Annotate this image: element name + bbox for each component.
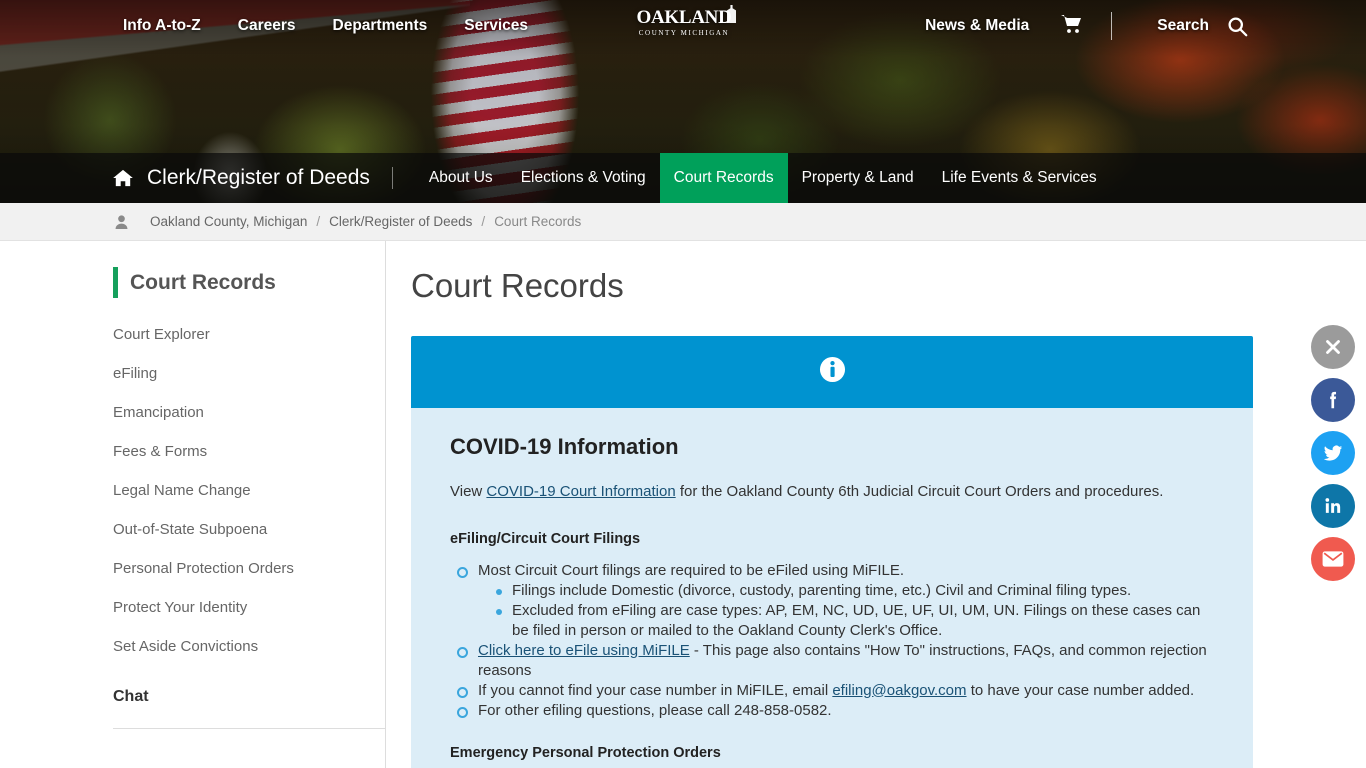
- sidebar-item-court-explorer[interactable]: Court Explorer: [113, 326, 385, 343]
- list-item: If you cannot find your case number in M…: [456, 681, 1214, 701]
- list-item: Filings include Domestic (divorce, custo…: [494, 581, 1214, 601]
- topbar-divider: [1111, 12, 1113, 40]
- user-icon[interactable]: [115, 214, 128, 229]
- department-title-group: Clerk/Register of Deeds: [113, 153, 370, 203]
- social-share-rail: [1311, 325, 1355, 581]
- breadcrumb-separator: /: [481, 214, 486, 229]
- breadcrumb-item-home[interactable]: Oakland County, Michigan: [150, 214, 307, 229]
- twitter-share-button[interactable]: [1311, 431, 1355, 475]
- home-icon[interactable]: [113, 169, 133, 187]
- department-nav: Clerk/Register of Deeds About Us Electio…: [0, 153, 1366, 203]
- sidebar: Court Records Court Explorer eFiling Ema…: [0, 241, 386, 768]
- bullet-other-questions: For other efiling questions, please call…: [478, 701, 832, 719]
- efiling-email-link[interactable]: efiling@oakgov.com: [832, 682, 966, 699]
- logo-sub-text: COUNTY MICHIGAN: [638, 29, 730, 37]
- efile-using-mifile-link[interactable]: Click here to eFile using MiFILE: [478, 642, 690, 659]
- search-icon[interactable]: [1227, 16, 1248, 37]
- sidebar-item-protect-your-identity[interactable]: Protect Your Identity: [113, 599, 385, 616]
- alert-header: [411, 336, 1253, 408]
- tab-about-us[interactable]: About Us: [415, 153, 507, 203]
- breadcrumb-item-department[interactable]: Clerk/Register of Deeds: [329, 214, 472, 229]
- top-nav-links: Info A-to-Z Careers Departments Services: [123, 17, 565, 35]
- sidebar-item-efiling[interactable]: eFiling: [113, 365, 385, 382]
- logo-main-text: OAKLAND: [636, 7, 732, 28]
- search-label[interactable]: Search: [1157, 17, 1209, 35]
- info-icon: [819, 356, 846, 388]
- bullet-case-number-pre: If you cannot find your case number in M…: [478, 681, 833, 699]
- breadcrumb: Oakland County, Michigan / Clerk/Registe…: [0, 203, 1366, 241]
- facebook-share-button[interactable]: [1311, 378, 1355, 422]
- close-share-button[interactable]: [1311, 325, 1355, 369]
- main-content: Court Records COVID-19 Information View …: [386, 241, 1366, 768]
- tab-elections-voting[interactable]: Elections & Voting: [507, 153, 660, 203]
- efiling-sub-list: Filings include Domestic (divorce, custo…: [494, 581, 1214, 641]
- sidebar-section-contact-info[interactable]: Contact Info: [113, 762, 386, 768]
- sidebar-item-fees-forms[interactable]: Fees & Forms: [113, 443, 385, 460]
- bullet-filings-include: Filings include Domestic (divorce, custo…: [512, 581, 1132, 599]
- alert-intro-paragraph: View COVID-19 Court Information for the …: [450, 481, 1214, 504]
- page-title: Court Records: [411, 267, 624, 304]
- nav-careers[interactable]: Careers: [238, 17, 296, 35]
- efiling-bullet-list: Most Circuit Court filings are required …: [456, 561, 1214, 721]
- sidebar-accent-bar: [113, 267, 118, 298]
- nav-services[interactable]: Services: [464, 17, 528, 35]
- tab-court-records[interactable]: Court Records: [659, 153, 788, 203]
- deptnav-divider: [391, 167, 393, 189]
- sidebar-item-out-of-state-subpoena[interactable]: Out-of-State Subpoena: [113, 521, 385, 538]
- top-nav-right: News & Media Search: [925, 0, 1366, 52]
- department-tabs: About Us Elections & Voting Court Record…: [415, 153, 1111, 203]
- sidebar-item-emancipation[interactable]: Emancipation: [113, 404, 385, 421]
- breadcrumb-item-current: Court Records: [494, 214, 582, 229]
- sidebar-item-legal-name-change[interactable]: Legal Name Change: [113, 482, 385, 499]
- tab-property-land[interactable]: Property & Land: [788, 153, 928, 203]
- sidebar-title-row: Court Records: [113, 267, 385, 298]
- linkedin-share-button[interactable]: [1311, 484, 1355, 528]
- top-utility-bar: Info A-to-Z Careers Departments Services…: [0, 0, 1366, 52]
- list-item: Most Circuit Court filings are required …: [456, 561, 1214, 641]
- email-share-button[interactable]: [1311, 537, 1355, 581]
- tab-life-events-services[interactable]: Life Events & Services: [928, 153, 1111, 203]
- sidebar-item-personal-protection-orders[interactable]: Personal Protection Orders: [113, 560, 385, 577]
- hero-banner: Info A-to-Z Careers Departments Services…: [0, 0, 1366, 203]
- nav-departments[interactable]: Departments: [333, 17, 428, 35]
- bullet-case-number-post: to have your case number added.: [966, 681, 1195, 699]
- sidebar-section-chat[interactable]: Chat: [113, 688, 386, 729]
- shopping-cart-icon[interactable]: [1061, 14, 1083, 39]
- alert-intro-post: for the Oakland County 6th Judicial Circ…: [675, 483, 1164, 500]
- list-item: For other efiling questions, please call…: [456, 701, 1214, 721]
- list-item: Excluded from eFiling are case types: AP…: [494, 601, 1214, 641]
- oakland-county-logo[interactable]: OAKLAND COUNTY MICHIGAN: [630, 5, 738, 45]
- list-item: Click here to eFile using MiFILE - This …: [456, 641, 1214, 681]
- nav-info-a-to-z[interactable]: Info A-to-Z: [123, 17, 201, 35]
- eppo-section-title: Emergency Personal Protection Orders: [450, 744, 721, 761]
- covid-court-information-link[interactable]: COVID-19 Court Information: [486, 483, 675, 500]
- bullet-most-circuit-filings: Most Circuit Court filings are required …: [478, 561, 905, 579]
- breadcrumb-separator: /: [316, 214, 321, 229]
- alert-body: COVID-19 Information View COVID-19 Court…: [411, 408, 1253, 768]
- covid-alert-box: COVID-19 Information View COVID-19 Court…: [411, 336, 1253, 768]
- nav-news-media[interactable]: News & Media: [925, 17, 1029, 35]
- sidebar-item-set-aside-convictions[interactable]: Set Aside Convictions: [113, 638, 385, 655]
- efiling-section-title: eFiling/Circuit Court Filings: [450, 530, 641, 547]
- page-body: Court Records Court Explorer eFiling Ema…: [0, 241, 1366, 768]
- alert-intro-pre: View: [450, 483, 487, 500]
- bullet-excluded-case-types: Excluded from eFiling are case types: AP…: [512, 601, 1201, 639]
- department-name[interactable]: Clerk/Register of Deeds: [147, 166, 370, 190]
- alert-heading: COVID-19 Information: [450, 434, 679, 459]
- sidebar-title: Court Records: [130, 270, 276, 294]
